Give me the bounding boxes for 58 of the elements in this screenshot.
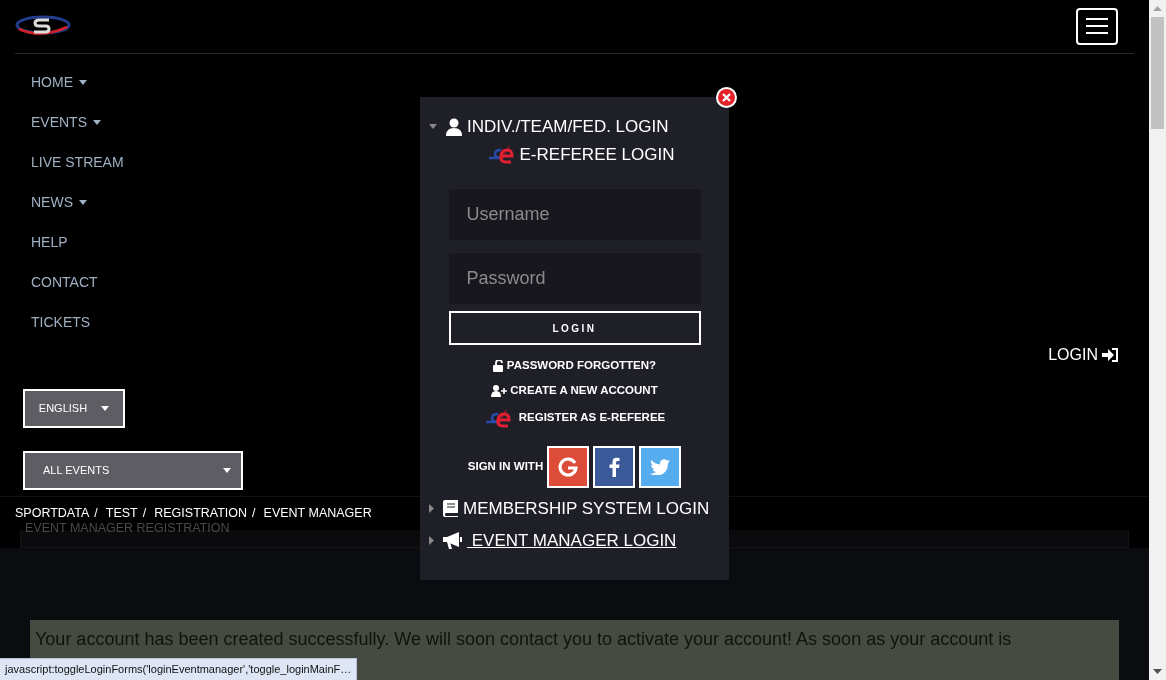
scrollbar-thumb[interactable] — [1151, 17, 1164, 129]
login-section-toggle[interactable]: EVENT MANAGER LOGIN — [429, 527, 710, 553]
scrollbar[interactable] — [1149, 0, 1166, 680]
breadcrumb-link[interactable]: REGISTRATION — [154, 503, 248, 523]
breadcrumb-separator: / — [142, 504, 147, 522]
breadcrumb-separator: / — [94, 504, 98, 522]
login-section-toggle[interactable]: INDIV./TEAM/FED. LOGIN — [429, 114, 669, 140]
facebook-icon — [608, 457, 621, 477]
login-button[interactable]: LOGIN — [448, 311, 701, 345]
caret-icon — [101, 405, 110, 411]
menu-button[interactable] — [1076, 7, 1118, 45]
popup-link[interactable]: PASSWORD FORGOTTEN? — [492, 353, 657, 378]
twitter-sign-in-button[interactable] — [639, 446, 682, 488]
breadcrumb-link[interactable]: SPORTDATA — [15, 503, 90, 523]
events-dropdown[interactable]: ALL EVENTS — [23, 450, 243, 490]
panel-title: EVENT MANAGER REGISTRATION — [25, 520, 230, 535]
book-icon — [443, 500, 458, 518]
close-icon — [722, 93, 731, 102]
login-section-toggle[interactable]: MEMBERSHIP SYSTEM LOGIN — [429, 496, 710, 522]
sign-in-with-label: SIGN IN WITH — [467, 459, 544, 475]
breadcrumb-link[interactable]: EVENT MANAGER — [263, 503, 372, 523]
breadcrumb-link[interactable]: TEST — [105, 503, 138, 523]
nav-link[interactable]: LIVE STREAM — [31, 142, 124, 183]
caret-icon — [223, 467, 231, 473]
login-section-toggle[interactable]: E-REFEREE LOGIN — [486, 141, 675, 167]
nav-link[interactable]: CONTACT — [31, 262, 98, 303]
facebook-sign-in-button[interactable] — [593, 446, 636, 488]
logo-icon[interactable] — [15, 15, 71, 38]
popup-link[interactable]: CREATE A NEW ACCOUNT — [491, 378, 658, 403]
breadcrumb-separator: / — [252, 504, 256, 522]
nav-link[interactable]: HELP — [31, 222, 68, 263]
megaphone-icon — [443, 531, 462, 549]
nav-link[interactable]: NEWS — [31, 182, 87, 223]
language-dropdown[interactable]: ENGLISH — [23, 388, 125, 428]
twitter-icon — [650, 459, 671, 475]
nav-link[interactable]: TICKETS — [31, 302, 91, 343]
caret-icon — [79, 80, 87, 86]
referee-logo-icon — [483, 408, 512, 428]
nav-link[interactable]: HOME — [31, 62, 87, 103]
username-field[interactable]: Username — [448, 189, 701, 240]
google-sign-in-button[interactable] — [547, 446, 590, 488]
collapsed-caret-icon — [429, 535, 434, 545]
unlock-icon — [492, 359, 504, 372]
scroll-down-icon[interactable] — [1153, 669, 1162, 674]
add-user-icon — [491, 384, 508, 397]
google-icon — [558, 457, 579, 477]
nav-link[interactable]: EVENTS — [31, 102, 101, 143]
login-link[interactable]: LOGIN — [1048, 340, 1118, 369]
person-icon — [446, 117, 462, 136]
caret-icon — [93, 120, 101, 126]
sign-in-icon — [1102, 347, 1118, 362]
popup-link[interactable]: REGISTER AS E-REFEREE — [483, 403, 666, 433]
status-bar: javascript:toggleLoginForms('loginEventmanager','toggle_loginMainF… — [0, 658, 358, 680]
password-field[interactable]: Password — [448, 253, 701, 304]
caret-icon — [79, 200, 87, 206]
collapsed-caret-icon — [429, 504, 434, 514]
referee-logo-icon — [486, 144, 515, 165]
expanded-caret-icon — [429, 124, 437, 130]
